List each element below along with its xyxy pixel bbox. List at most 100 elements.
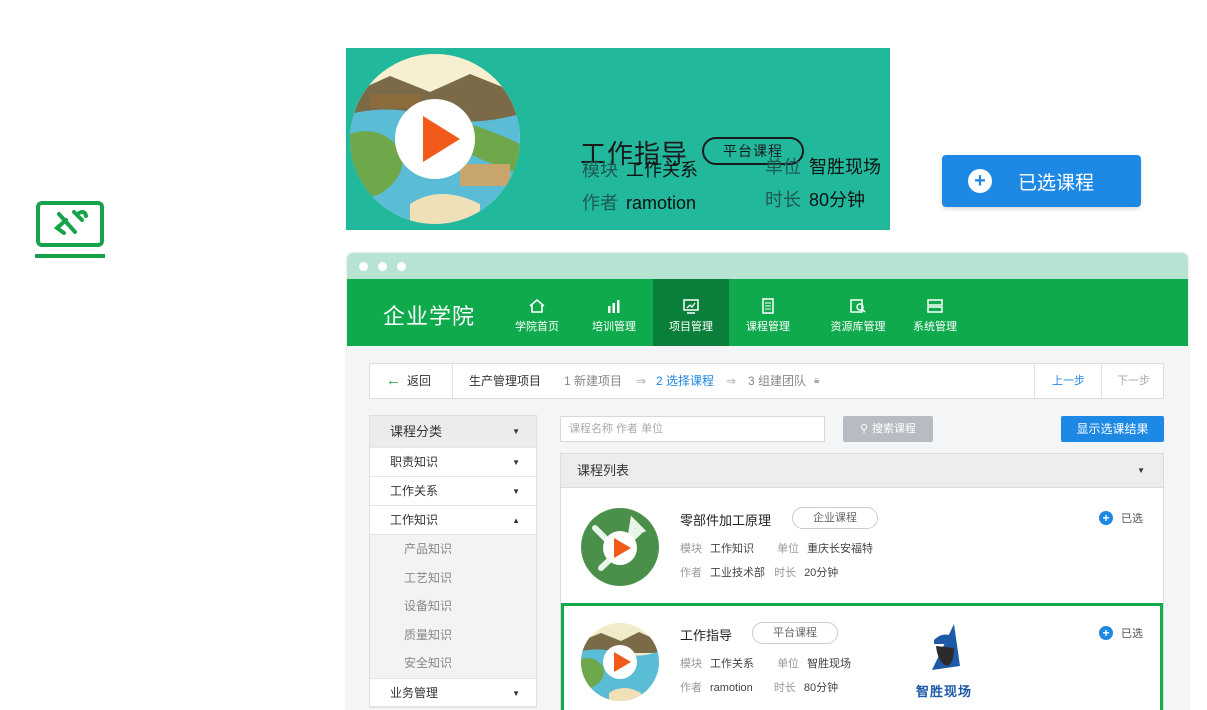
caret-down-icon: ▼ [512,688,520,698]
lock-icon: 🔒︎ [814,375,820,386]
sidebar-item-label: 工作知识 [390,513,439,527]
caret-down-icon: ▼ [512,458,520,467]
banner-author: 作者 ramotion [582,189,696,215]
author-label: 作者 [582,193,618,213]
monitor-tools-icon [35,201,105,258]
show-selection-button[interactable]: 显示选课结果 [1061,416,1164,442]
step-2[interactable]: 2 选择课程 [656,364,714,398]
meta-label: 模块 [680,543,702,555]
search-input[interactable]: 课程名称 作者 单位 [560,416,825,442]
course-title: 零部件加工原理 [680,513,772,528]
next-step-button[interactable]: 下一步 [1117,364,1150,398]
nav-label: 学院首页 [515,321,559,333]
meta-value: 80分钟 [803,682,839,694]
selected-label: 已选 [1121,628,1143,640]
course-meta-row: 作者 工业技术部 时长 20分钟 [680,564,858,580]
select-course-toggle[interactable]: + 已选 [1099,625,1143,641]
sidebar-subitem[interactable]: 产品知识 [370,535,536,564]
banner-unit: 单位 智胜现场 [765,153,881,179]
caret-down-icon: ▼ [1137,466,1145,475]
selected-courses-label: 已选课程 [1018,172,1095,194]
course-tag: 平台课程 [752,622,838,644]
nav-training[interactable]: 培训管理 [576,279,652,346]
course-tag: 企业课程 [792,507,878,529]
arrow-left-icon: ← [386,372,401,389]
meta-value: 20分钟 [804,567,839,579]
window-dot-icon [359,262,368,271]
duration-label: 时长 [765,190,801,210]
sidebar-item-knowledge[interactable]: 工作知识 ▲ [370,506,536,535]
course-card[interactable]: 零部件加工原理 企业课程 模块 工作知识 单位 重庆长安福特 作者 工业技术部 时长 2… [561,488,1163,603]
meta-value: 智胜现场 [807,658,852,670]
project-name: 生产管理项目 [469,374,542,388]
sidebar-submenu: 产品知识 工艺知识 设备知识 质量知识 安全知识 [370,535,536,678]
home-icon [529,298,545,313]
selected-label: 已选 [1121,513,1143,525]
course-list-title: 课程列表 [577,463,630,478]
course-card-selected[interactable]: 工作指导 平台课程 模块 工作关系 单位 智胜现场 作者 ramotion 时长 80分… [561,603,1163,710]
course-illustration [350,54,520,224]
meta-value: 工业技术部 [710,567,765,579]
step-3[interactable]: 3 组建团队 [748,364,806,398]
unit-value: 智胜现场 [809,157,881,177]
select-course-toggle[interactable]: + 已选 [1099,510,1143,526]
sidebar-subitem[interactable]: 设备知识 [370,592,536,621]
course-banner[interactable]: 工作指导 平台课程 模块 工作关系 作者 ramotion 单位 智胜现场 时长 80分… [346,48,890,230]
nav-system[interactable]: 系统管理 [897,279,973,346]
course-meta-row: 模块 工作知识 单位 重庆长安福特 [680,540,893,556]
sidebar-subitem[interactable]: 工艺知识 [370,563,536,592]
resource-search-icon [850,299,866,313]
caret-down-icon: ▼ [512,427,520,436]
meta-value: 工作知识 [710,543,754,555]
caret-down-icon: ▼ [512,487,520,496]
nav-resource[interactable]: 资源库管理 [813,279,903,346]
caret-up-icon: ▲ [512,516,520,525]
meta-label: 时长 [773,682,796,694]
back-link[interactable]: ← 返回 [386,364,431,398]
search-button-label: 搜索课程 [872,423,917,435]
sidebar-header[interactable]: 课程分类 ▼ [370,416,536,448]
nav-home[interactable]: 学院首页 [499,279,575,346]
sidebar-item-business[interactable]: 业务管理 ▼ [370,677,536,707]
search-button[interactable]: ⚲ 搜索课程 [843,416,933,442]
module-value: 工作关系 [626,160,698,180]
meta-value: ramotion [710,682,753,694]
nav-course[interactable]: 课程管理 [730,279,806,346]
meta-value: 重庆长安福特 [807,543,874,555]
meta-label: 单位 [777,543,800,555]
author-value: ramotion [626,193,697,213]
course-meta-row: 作者 ramotion 时长 80分钟 [680,679,858,695]
step-1[interactable]: 1 新建项目 [564,364,622,398]
nav-label: 课程管理 [746,321,790,333]
sidebar-subitem[interactable]: 质量知识 [370,620,536,649]
meta-value: 工作关系 [710,658,754,670]
window-dot-icon [397,262,406,271]
logo-text: 智胜现场 [915,684,972,699]
course-list-header[interactable]: 课程列表 ▼ [561,454,1163,488]
plus-circle-icon: + [968,169,992,193]
meta-label: 作者 [680,567,702,579]
course-meta-row: 模块 工作关系 单位 智胜现场 [680,655,871,671]
sidebar-item-duty[interactable]: 职责知识 ▼ [370,448,536,477]
arrow-right-icon: ⇒ [726,374,737,388]
selected-courses-button[interactable]: + 已选课程 [942,155,1141,207]
step-bar: ← 返回 生产管理项目 1 新建项目 ⇒ 2 选择课程 ⇒ 3 组建团队 🔒︎ 上… [369,363,1164,399]
window-dot-icon [378,262,387,271]
meta-label: 时长 [774,567,797,579]
divider [1101,364,1102,398]
meta-label: 单位 [777,658,800,670]
app-brand: 企业学院 [383,304,476,329]
sidebar-item-relation[interactable]: 工作关系 ▼ [370,477,536,506]
server-icon [927,299,943,313]
banner-duration: 时长 80分钟 [765,186,865,212]
course-thumbnail [581,623,659,701]
sidebar-subitem[interactable]: 安全知识 [370,649,536,678]
browser-window: 企业学院 学院首页 培训管理 项目管理 课程管理 资源库管理 系统管理 ← 返回 [347,253,1188,710]
arrow-right-icon: ⇒ [636,374,647,388]
course-list: 课程列表 ▼ 零部件加工原理 企业课程 模块 工作知识 单位 重庆长安福特 作者 工业技… [560,453,1164,710]
divider [452,364,453,398]
nav-label: 项目管理 [669,321,713,333]
prev-step-button[interactable]: 上一步 [1052,364,1085,398]
sidebar-item-label: 职责知识 [390,455,439,469]
nav-project[interactable]: 项目管理 [653,279,729,346]
